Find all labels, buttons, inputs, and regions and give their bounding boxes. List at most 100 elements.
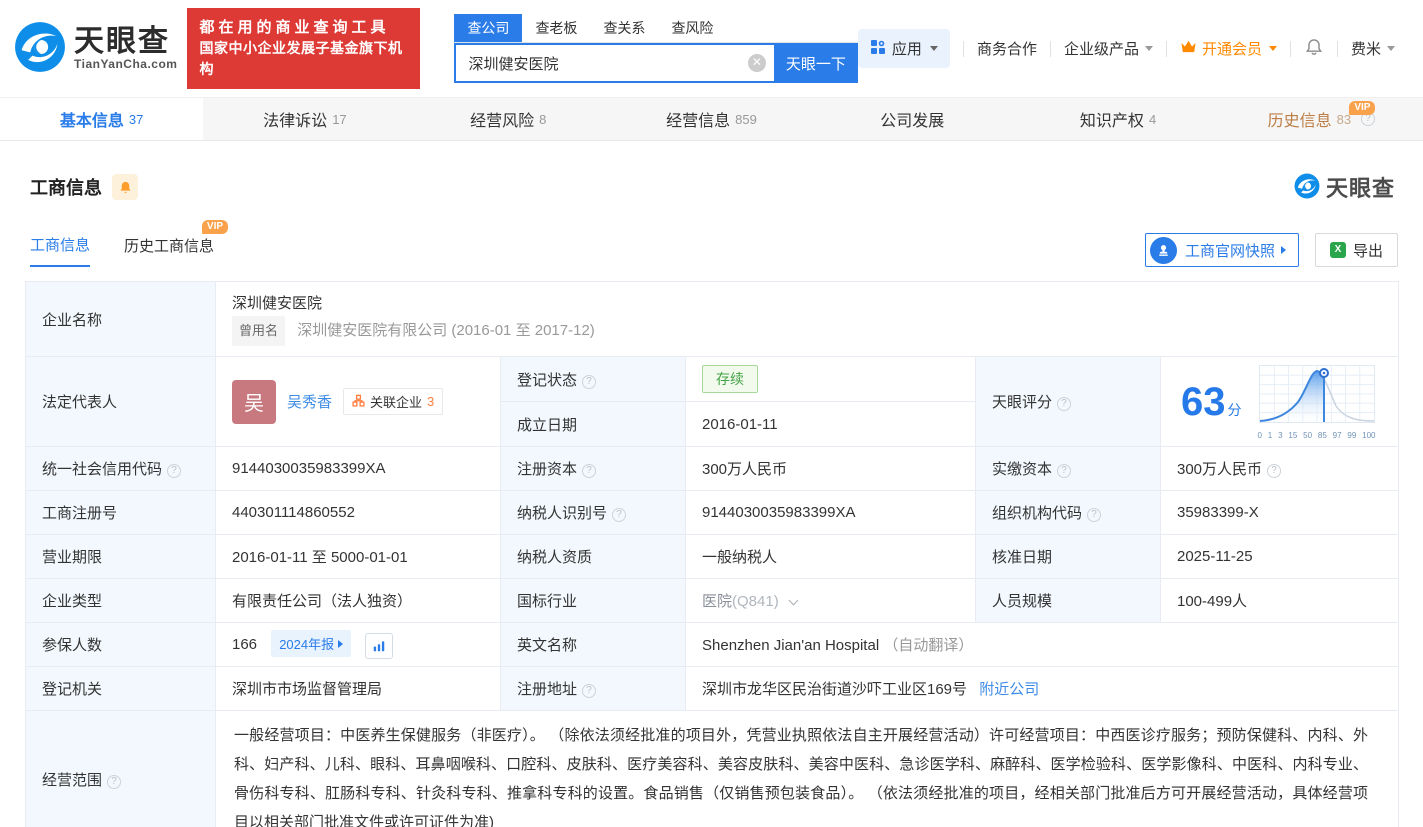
enterprise-products-menu[interactable]: 企业级产品 <box>1064 38 1153 59</box>
export-button[interactable]: 导出 <box>1315 233 1398 267</box>
top-header: 天眼查 TianYanCha.com 都在用的商业查询工具 国家中小企业发展子基… <box>0 0 1423 97</box>
english-name-label: 英文名称 <box>501 623 686 667</box>
industry-value[interactable]: 医院(Q841) <box>686 579 976 623</box>
insured-count: 166 <box>232 636 257 653</box>
header-nav: 应用 商务合作 企业级产品 开通会员 费米 <box>858 29 1395 68</box>
search-tab-relation[interactable]: 查关系 <box>590 14 658 42</box>
address-label: 注册地址 <box>501 667 686 711</box>
nearby-companies-link[interactable]: 附近公司 <box>979 681 1039 698</box>
company-tabs: 基本信息37 法律诉讼17 经营风险8 经营信息859 公司发展 知识产权4 V… <box>0 97 1423 141</box>
reg-authority-label: 登记机关 <box>26 667 216 711</box>
crown-icon <box>1180 39 1197 58</box>
brand-name: 天眼查 <box>74 27 177 57</box>
promo-banner: 都在用的商业查询工具 国家中小企业发展子基金旗下机构 <box>187 8 420 89</box>
subscribe-bell-icon[interactable] <box>112 174 138 200</box>
establish-date: 2016-01-11 <box>686 402 976 447</box>
org-code: 35983399-X <box>1161 491 1399 535</box>
official-snapshot-button[interactable]: 工商官网快照 <box>1145 233 1299 267</box>
reg-capital: 300万人民币 <box>686 447 976 491</box>
auto-translate-note: （自动翻译） <box>883 637 973 654</box>
reg-authority: 深圳市市场监督管理局 <box>216 667 501 711</box>
establish-date-label: 成立日期 <box>501 402 686 447</box>
legal-rep-avatar[interactable]: 吴 <box>232 380 276 424</box>
company-name-label: 企业名称 <box>26 282 216 357</box>
taxpayer-id-label: 纳税人识别号 <box>501 491 686 535</box>
reg-capital-label: 注册资本 <box>501 447 686 491</box>
help-icon[interactable] <box>107 775 121 789</box>
score-axis-ticks: 01 315 5085 9799 100 <box>1258 431 1376 440</box>
tianyancha-logo[interactable]: 天眼查 TianYanCha.com <box>14 21 177 76</box>
help-icon[interactable] <box>1057 397 1071 411</box>
tab-basic-info[interactable]: 基本信息37 <box>0 98 203 140</box>
notification-bell-icon[interactable] <box>1304 37 1324 61</box>
staff-size: 100-499人 <box>1161 579 1399 623</box>
tab-company-development[interactable]: 公司发展 <box>813 98 1016 140</box>
subtab-business-registration[interactable]: 工商信息 <box>30 234 90 267</box>
section-title: 工商信息 <box>30 174 102 200</box>
tab-history-info[interactable]: VIP 历史信息83 <box>1220 98 1423 140</box>
legal-rep-link[interactable]: 吴秀香 <box>287 391 332 412</box>
open-vip-button[interactable]: 开通会员 <box>1180 38 1277 59</box>
taxpayer-quality: 一般纳税人 <box>686 535 976 579</box>
org-code-label: 组织机构代码 <box>976 491 1161 535</box>
company-name: 深圳健安医院 <box>232 292 1382 316</box>
excel-icon <box>1330 242 1346 258</box>
annual-report-badge[interactable]: 2024年报 <box>271 630 351 657</box>
paid-capital: 300万人民币 <box>1161 447 1399 491</box>
search-tab-boss[interactable]: 查老板 <box>522 14 590 42</box>
stamp-icon <box>1150 237 1177 264</box>
tab-operating-risk[interactable]: 经营风险8 <box>407 98 610 140</box>
reg-status-label: 登记状态 <box>501 357 686 402</box>
org-chart-icon <box>352 394 365 410</box>
related-companies-badge[interactable]: 关联企业 3 <box>343 388 443 415</box>
tab-business-info[interactable]: 经营信息859 <box>610 98 813 140</box>
company-type: 有限责任公司（法人独资） <box>216 579 501 623</box>
user-menu[interactable]: 费米 <box>1351 38 1395 59</box>
search-input[interactable] <box>454 43 773 83</box>
industry-label: 国标行业 <box>501 579 686 623</box>
tab-legal-proceedings[interactable]: 法律诉讼17 <box>203 98 406 140</box>
approval-date: 2025-11-25 <box>1161 535 1399 579</box>
search-tabs: 查公司 查老板 查关系 查风险 <box>454 14 857 43</box>
apps-label: 应用 <box>892 38 922 59</box>
search-tab-company[interactable]: 查公司 <box>454 14 522 42</box>
help-icon[interactable] <box>167 464 181 478</box>
vip-badge: VIP <box>202 220 228 234</box>
help-icon[interactable] <box>612 508 626 522</box>
clear-search-icon[interactable] <box>748 54 766 72</box>
credit-code-label: 统一社会信用代码 <box>26 447 216 491</box>
insured-trend-chart-button[interactable] <box>365 633 393 659</box>
tianyancha-watermark: 天眼查 <box>1294 171 1395 203</box>
business-scope: 一般经营项目：中医养生保健服务（非医疗）。 （除依法须经批准的项目外，凭营业执照… <box>216 711 1399 827</box>
help-icon[interactable] <box>582 375 596 389</box>
reg-number: 440301114860552 <box>216 491 501 535</box>
insured-count-label: 参保人数 <box>26 623 216 667</box>
credit-code: 9144030035983399XA <box>216 447 501 491</box>
banner-line1: 都在用的商业查询工具 <box>199 17 408 38</box>
help-icon[interactable] <box>1267 464 1281 478</box>
help-icon[interactable] <box>582 684 596 698</box>
search-tab-risk[interactable]: 查风险 <box>658 14 726 42</box>
search-button[interactable]: 天眼一下 <box>774 43 858 83</box>
status-badge: 存续 <box>702 365 758 393</box>
help-icon[interactable] <box>582 464 596 478</box>
business-scope-label: 经营范围 <box>26 711 216 827</box>
staff-size-label: 人员规模 <box>976 579 1161 623</box>
tab-intellectual-property[interactable]: 知识产权4 <box>1016 98 1219 140</box>
help-icon[interactable] <box>1087 508 1101 522</box>
former-name-badge: 曾用名 <box>232 316 285 346</box>
paid-capital-label: 实缴资本 <box>976 447 1161 491</box>
registered-address: 深圳市龙华区民治街道沙吓工业区169号 <box>702 681 967 698</box>
business-term-label: 营业期限 <box>26 535 216 579</box>
tianyancha-logo-icon <box>1294 173 1320 202</box>
reg-number-label: 工商注册号 <box>26 491 216 535</box>
help-icon[interactable] <box>1057 464 1071 478</box>
business-info-table: 企业名称 深圳健安医院 曾用名 深圳健安医院有限公司 (2016-01 至 20… <box>25 281 1399 827</box>
cooperation-link[interactable]: 商务合作 <box>977 38 1037 59</box>
score-distribution-chart: 01 315 5085 9799 100 <box>1258 364 1376 440</box>
business-term: 2016-01-11 至 5000-01-01 <box>216 535 501 579</box>
taxpayer-id: 9144030035983399XA <box>686 491 976 535</box>
score-label: 天眼评分 <box>976 357 1161 447</box>
apps-menu[interactable]: 应用 <box>858 29 950 68</box>
subtab-history-registration[interactable]: VIP 历史工商信息 <box>124 235 214 266</box>
